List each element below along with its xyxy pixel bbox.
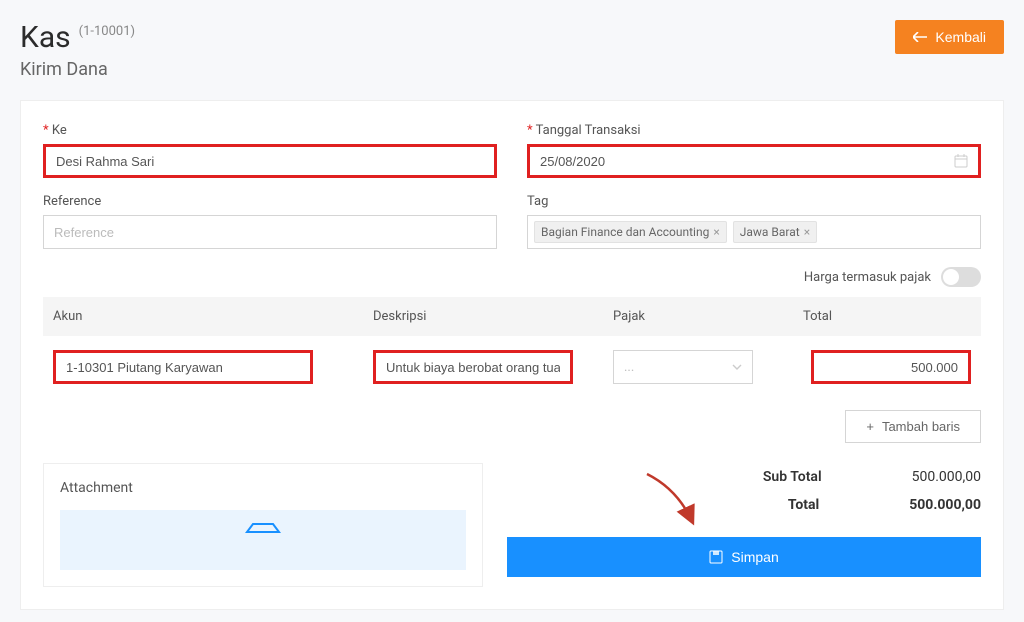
total-label: Total <box>788 497 819 513</box>
form-panel: Ke Tanggal Transaksi Reference Tag Bagia… <box>20 100 1004 610</box>
account-code: (1-10001) <box>79 24 135 39</box>
attachment-title: Attachment <box>60 480 466 496</box>
tanggal-label: Tanggal Transaksi <box>527 123 981 138</box>
total-input[interactable] <box>811 350 971 384</box>
subtotal-value: 500.000,00 <box>912 469 981 485</box>
title-text: Kas <box>20 20 71 55</box>
reference-input[interactable] <box>43 215 497 249</box>
tag-text: Jawa Barat <box>740 225 800 239</box>
save-label: Simpan <box>731 549 778 565</box>
attachment-dropzone[interactable] <box>60 510 466 570</box>
pajak-placeholder: ... <box>624 360 634 375</box>
plus-icon: + <box>866 419 874 434</box>
page-title: Kas (1-10001) <box>20 20 135 55</box>
back-label: Kembali <box>935 29 986 45</box>
total-value: 500.000,00 <box>909 497 981 513</box>
save-button[interactable]: Simpan <box>507 537 981 577</box>
tag-label: Tag <box>527 194 981 209</box>
add-row-label: Tambah baris <box>882 419 960 434</box>
reference-label: Reference <box>43 194 497 209</box>
tax-toggle-label: Harga termasuk pajak <box>804 270 931 285</box>
tag-input[interactable]: Bagian Finance dan Accounting × Jawa Bar… <box>527 215 981 249</box>
back-button[interactable]: Kembali <box>895 20 1004 54</box>
totals-block: Sub Total 500.000,00 Total 500.000,00 Si… <box>507 463 981 587</box>
calendar-icon <box>954 154 968 168</box>
subtotal-label: Sub Total <box>763 469 822 485</box>
add-row-button[interactable]: + Tambah baris <box>845 410 981 443</box>
col-akun: Akun <box>53 309 373 324</box>
tag-text: Bagian Finance dan Accounting <box>541 225 709 239</box>
chevron-down-icon <box>732 364 742 370</box>
save-icon <box>709 550 723 564</box>
tanggal-input[interactable] <box>530 147 978 175</box>
col-deskripsi: Deskripsi <box>373 309 613 324</box>
deskripsi-input[interactable] <box>373 350 573 384</box>
table-header: Akun Deskripsi Pajak Total <box>43 297 981 336</box>
close-icon[interactable]: × <box>713 225 719 239</box>
tag-chip[interactable]: Jawa Barat × <box>733 221 817 243</box>
toggle-knob <box>943 269 959 285</box>
tax-toggle[interactable] <box>941 267 981 287</box>
ke-input[interactable] <box>43 144 497 178</box>
close-icon[interactable]: × <box>804 225 810 239</box>
ke-label: Ke <box>43 123 497 138</box>
col-pajak: Pajak <box>613 309 773 324</box>
table-row: ... <box>43 336 981 398</box>
tag-chip[interactable]: Bagian Finance dan Accounting × <box>534 221 727 243</box>
arrow-left-icon <box>913 32 927 42</box>
arrow-annotation-icon <box>637 469 707 529</box>
pajak-select[interactable]: ... <box>613 350 753 384</box>
akun-input[interactable] <box>53 350 313 384</box>
col-total: Total <box>773 309 971 324</box>
page-subtitle: Kirim Dana <box>20 59 135 80</box>
upload-icon <box>241 520 285 556</box>
attachment-panel: Attachment <box>43 463 483 587</box>
